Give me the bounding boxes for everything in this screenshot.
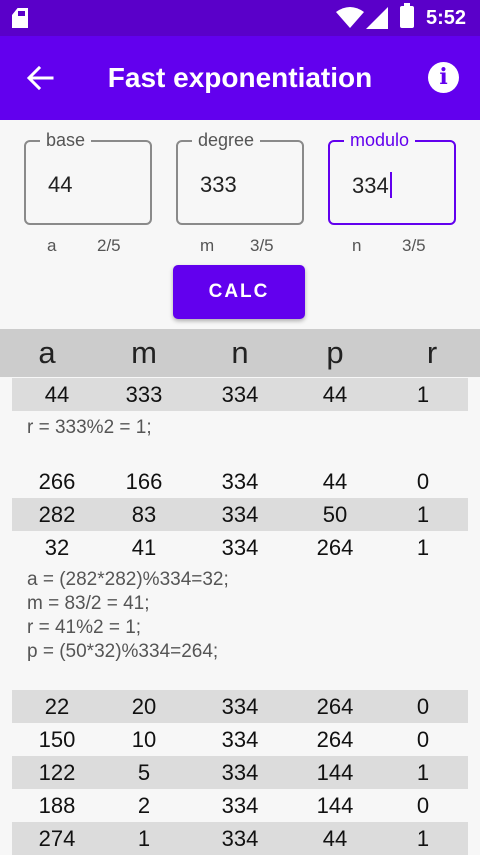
status-bar: 5:52	[0, 0, 480, 36]
note-line: a = (282*282)%334=32;	[27, 569, 229, 590]
table-row: 44 333 334 44 1	[12, 378, 468, 411]
table-cell: 274	[38, 826, 76, 851]
table-row: 32 41 334 264 1	[12, 531, 468, 564]
table-cell: 144	[316, 793, 354, 818]
table-cell: 83	[131, 502, 157, 527]
table-cell: 150	[38, 727, 76, 752]
table-cell: 334	[221, 826, 259, 851]
table-cell: 144	[316, 760, 354, 785]
table-cell: 334	[221, 469, 259, 494]
sd-card-icon	[12, 8, 28, 28]
table-cell: 44	[322, 469, 348, 494]
note-line: r = 333%2 = 1;	[27, 417, 152, 438]
table-cell: 334	[221, 694, 259, 719]
note-line: r = 41%2 = 1;	[27, 617, 142, 638]
table-cell: 0	[416, 469, 430, 494]
table-cell: 188	[38, 793, 76, 818]
table-cell: 264	[316, 727, 354, 752]
table-cell: 1	[416, 382, 430, 407]
table-row: 122 5 334 144 1	[12, 756, 468, 789]
table-row: 274 1 334 44 1	[12, 822, 468, 855]
info-icon[interactable]: i	[428, 62, 459, 93]
page-title: Fast exponentiation	[107, 62, 373, 93]
table-row: 188 2 334 144 0	[12, 789, 468, 822]
table-cell: 333	[125, 382, 163, 407]
table-cell: 41	[131, 535, 157, 560]
column-header: n	[231, 335, 249, 370]
table-cell: 10	[131, 727, 157, 752]
degree-counter: 3/5	[250, 236, 274, 255]
table-cell: 282	[38, 502, 76, 527]
column-header: p	[326, 335, 344, 370]
base-counter: 2/5	[97, 236, 121, 255]
base-hint: a 2/5	[47, 236, 121, 256]
table-cell: 50	[322, 502, 348, 527]
base-label: base	[40, 130, 92, 151]
step-note: r = 333%2 = 1;	[27, 416, 152, 440]
table-cell: 2	[137, 793, 151, 818]
column-header: m	[131, 335, 157, 370]
table-cell: 264	[316, 694, 354, 719]
modulo-field[interactable]: modulo 334	[328, 130, 456, 225]
table-cell: 1	[137, 826, 151, 851]
signal-icon	[366, 7, 388, 29]
table-cell: 334	[221, 502, 259, 527]
base-value: 44	[48, 172, 73, 197]
table-cell: 44	[322, 382, 348, 407]
table-row: 150 10 334 264 0	[12, 723, 468, 756]
column-header: a	[38, 335, 56, 370]
degree-hint: m 3/5	[200, 236, 274, 256]
table-cell: 0	[416, 694, 430, 719]
table-cell: 334	[221, 793, 259, 818]
degree-field[interactable]: degree 333	[176, 130, 304, 225]
table-cell: 122	[38, 760, 76, 785]
table-header: a m n p r	[0, 329, 480, 377]
table-cell: 5	[137, 760, 151, 785]
modulo-hint-text: n	[352, 236, 362, 255]
calc-button[interactable]: CALC	[173, 265, 305, 319]
clock: 5:52	[426, 7, 467, 29]
table-cell: 266	[38, 469, 76, 494]
table-cell: 334	[221, 382, 259, 407]
table-cell: 22	[44, 694, 70, 719]
degree-label: degree	[192, 130, 261, 151]
table-cell: 1	[416, 502, 430, 527]
table-cell: 1	[416, 535, 430, 560]
table-row: 266 166 334 44 0	[12, 465, 468, 498]
degree-value: 333	[200, 172, 237, 197]
table-cell: 166	[125, 469, 163, 494]
base-hint-text: a	[47, 236, 57, 255]
column-header: r	[426, 335, 438, 370]
step-note: a = (282*282)%334=32; m = 83/2 = 41; r = 4…	[27, 568, 229, 664]
table-cell: 44	[322, 826, 348, 851]
table-cell: 1	[416, 826, 430, 851]
table-cell: 334	[221, 727, 259, 752]
table-cell: 0	[416, 727, 430, 752]
note-line: m = 83/2 = 41;	[27, 593, 150, 614]
table-cell: 264	[316, 535, 354, 560]
table-row: 282 83 334 50 1	[12, 498, 468, 531]
wifi-icon	[336, 7, 364, 28]
table-cell: 334	[221, 760, 259, 785]
degree-hint-text: m	[200, 236, 215, 255]
table-cell: 20	[131, 694, 157, 719]
modulo-value: 334	[352, 173, 389, 198]
note-line: p = (50*32)%334=264;	[27, 641, 219, 662]
base-field[interactable]: base 44	[24, 130, 152, 225]
table-cell: 0	[416, 793, 430, 818]
table-cell: 1	[416, 760, 430, 785]
table-row: 22 20 334 264 0	[12, 690, 468, 723]
modulo-counter: 3/5	[402, 236, 426, 255]
table-cell: 32	[44, 535, 70, 560]
modulo-hint: n 3/5	[352, 236, 426, 256]
table-cell: 334	[221, 535, 259, 560]
table-cell: 44	[44, 382, 70, 407]
battery-icon	[400, 3, 414, 28]
text-cursor	[389, 172, 392, 198]
app-bar: Fast exponentiation i	[0, 36, 480, 120]
modulo-label: modulo	[344, 130, 416, 151]
